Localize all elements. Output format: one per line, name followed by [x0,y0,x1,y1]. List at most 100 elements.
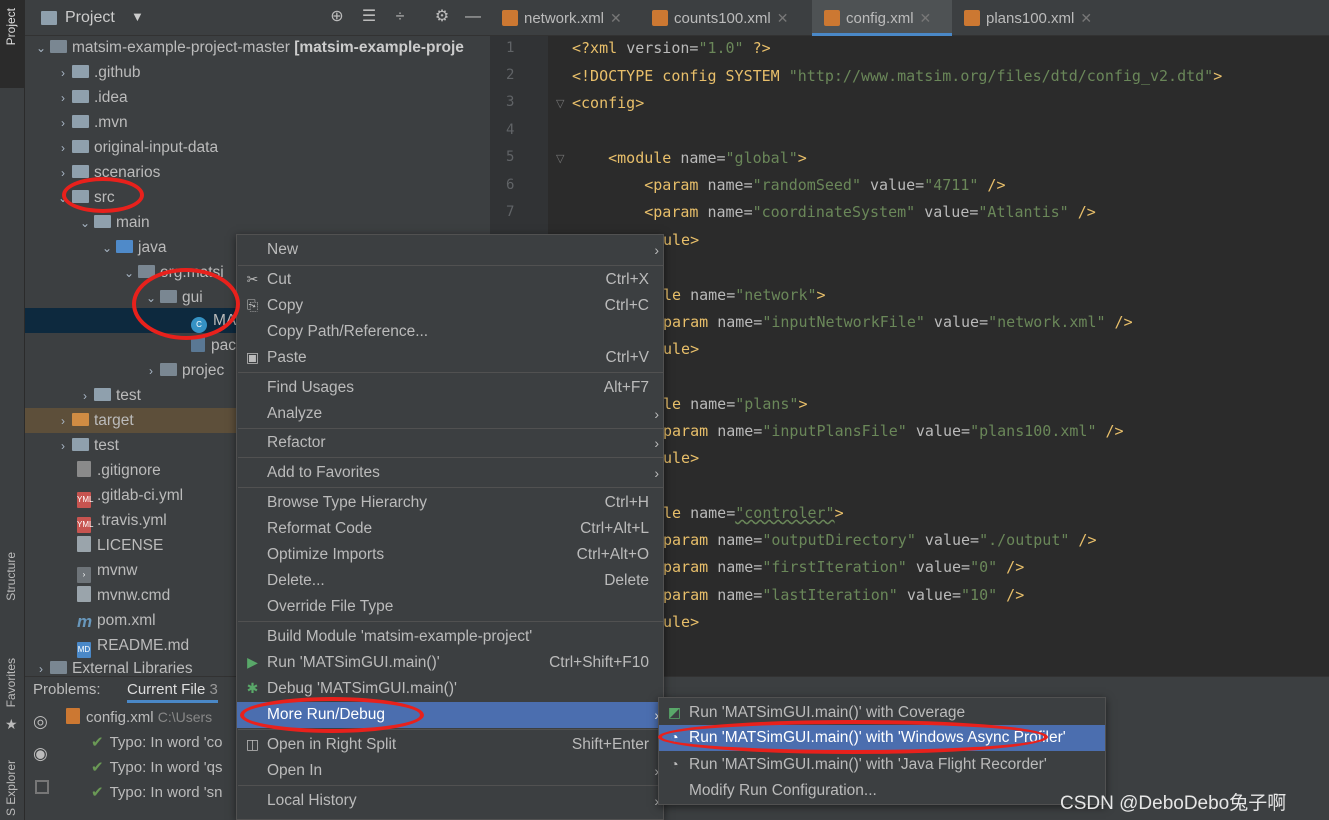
menu-item-copy-path[interactable]: Copy Path/Reference... [237,319,663,345]
menu-item-browse-hierarchy[interactable]: Browse Type Hierarchy Ctrl+H [237,490,663,516]
chevron-right-icon[interactable]: › [56,409,70,434]
tab-label: config.xml [846,10,914,27]
explorer-tool-label[interactable]: S Explorer [4,760,18,816]
code-line: le name="network"> [663,286,826,304]
tree-item-license[interactable]: LICENSE [74,533,163,558]
submenu-item-modify-config[interactable]: Modify Run Configuration... [659,778,1105,804]
fold-icon[interactable]: ▽ [556,97,564,110]
problem-item[interactable]: ✔ Typo: In word 'co [91,733,223,751]
submenu-item-flight-recorder[interactable]: ◔ Run 'MATSimGUI.main()' with 'Java Fligh… [659,752,1105,778]
tree-item-mvnw[interactable]: › mvnw [74,558,137,583]
tree-item-mvnw-cmd[interactable]: mvnw.cmd [74,583,170,608]
menu-item-override-file-type[interactable]: Override File Type [237,594,663,620]
hide-icon[interactable]: — [463,7,483,27]
tree-item-project[interactable]: › projec [144,358,224,383]
menu-item-cut[interactable]: ✂ Cut Ctrl+X [237,267,663,293]
yaml-file-icon: YML [77,492,93,508]
chevron-down-icon[interactable]: ⌄ [122,261,136,286]
menu-item-build-module[interactable]: Build Module 'matsim-example-project' [237,624,663,650]
close-icon[interactable]: ✕ [1080,10,1092,26]
tree-item-main[interactable]: ⌄ main [78,210,150,235]
chevron-right-icon[interactable]: › [56,111,70,136]
chevron-right-icon[interactable]: › [144,359,158,384]
tree-item-gitignore[interactable]: .gitignore [74,458,161,483]
tab-label: plans100.xml [986,10,1075,27]
tree-item-test[interactable]: › test [56,433,119,458]
problem-item[interactable]: ✔ Typo: In word 'qs [91,758,223,776]
chevron-right-icon[interactable]: › [56,86,70,111]
tree-item-mvn[interactable]: › .mvn [56,110,128,135]
code-line: ule> [663,613,700,631]
chevron-right-icon[interactable]: › [78,384,92,409]
tree-item-java[interactable]: ⌄ java [100,235,166,260]
gitignore-file-icon [77,461,91,477]
tab-plans100-xml[interactable]: plans100.xml ✕ [952,0,1112,36]
menu-item-delete[interactable]: Delete... Delete [237,568,663,594]
tab-counts100-xml[interactable]: counts100.xml ✕ [640,0,810,36]
chevron-down-icon[interactable]: ⌄ [34,36,48,61]
structure-tool-label[interactable]: Structure [4,552,18,601]
tree-item-gitlab-ci[interactable]: YML .gitlab-ci.yml [74,483,183,508]
fold-icon[interactable]: ▽ [556,152,564,165]
tree-item-original-input-data[interactable]: › original-input-data [56,135,218,160]
chevron-down-icon[interactable]: ⌄ [78,211,92,236]
refresh-icon[interactable]: ◎ [33,712,48,732]
locate-icon[interactable]: ⊕ [327,7,347,27]
tab-network-xml[interactable]: network.xml ✕ [490,0,640,36]
chevron-right-icon[interactable]: › [56,161,70,186]
tree-item-readme[interactable]: MD README.md [74,633,189,658]
star-icon[interactable]: ★ [5,716,18,733]
menu-item-copy[interactable]: ⎘ Copy Ctrl+C [237,293,663,319]
tree-item-github[interactable]: › .github [56,60,141,85]
tree-item-test-src[interactable]: › test [78,383,141,408]
menu-shortcut: Ctrl+Shift+F10 [549,654,649,671]
menu-item-open-in[interactable]: Open In › [237,758,663,784]
tab-current-file[interactable]: Current File 3 [127,681,218,703]
menu-item-local-history[interactable]: Local History › [237,788,663,814]
annotation-circle-async-profiler [658,720,1048,754]
tree-item-label: projec [182,362,225,379]
favorites-tool-label[interactable]: Favorites [4,658,18,707]
menu-item-refactor[interactable]: Refactor › [237,430,663,456]
eye-icon[interactable]: ◉ [33,744,48,764]
collapse-all-icon[interactable]: ÷ [390,7,410,27]
problem-item[interactable]: ✔ Typo: In word 'sn [91,783,223,801]
tree-item-travis[interactable]: YML .travis.yml [74,508,167,533]
tree-item-label: pom.xml [97,612,156,629]
script-file-icon: › [77,567,91,583]
chevron-right-icon[interactable]: › [56,434,70,459]
problem-file-row[interactable]: config.xml C:\Users [63,708,212,726]
folder-icon [72,90,89,103]
menu-label: Paste [267,349,307,366]
menu-label: Local History [267,792,357,809]
chevron-down-icon[interactable]: ▼ [131,9,144,24]
tree-item-pom[interactable]: m pom.xml [74,608,156,633]
tab-label: network.xml [524,10,605,27]
project-tool-label[interactable]: Project [4,8,18,45]
close-icon[interactable]: ✕ [777,10,789,26]
menu-item-reformat-code[interactable]: Reformat Code Ctrl+Alt+L [237,516,663,542]
menu-item-run[interactable]: ▶ Run 'MATSimGUI.main()' Ctrl+Shift+F10 [237,650,663,676]
menu-item-add-favorites[interactable]: Add to Favorites › [237,460,663,486]
menu-item-optimize-imports[interactable]: Optimize Imports Ctrl+Alt+O [237,542,663,568]
tab-config-xml[interactable]: config.xml ✕ [812,0,952,36]
expand-all-icon[interactable]: ☰ [359,7,379,27]
project-view-title[interactable]: Project [65,9,115,27]
tree-item-external-libraries[interactable]: › External Libraries [34,656,193,674]
tree-item-idea[interactable]: › .idea [56,85,128,110]
tree-item-target[interactable]: › target [56,408,134,433]
menu-item-analyze[interactable]: Analyze › [237,401,663,427]
menu-item-paste[interactable]: ▣ Paste Ctrl+V [237,345,663,371]
chevron-right-icon[interactable]: › [56,61,70,86]
tree-root[interactable]: ⌄ matsim-example-project-master [matsim-e… [34,35,464,60]
chevron-right-icon[interactable]: › [34,657,48,674]
gear-icon[interactable]: ⚙ [432,7,452,27]
menu-item-new[interactable]: New › [237,237,663,263]
menu-item-open-right-split[interactable]: ◫ Open in Right Split Shift+Enter [237,732,663,758]
chevron-down-icon[interactable]: ⌄ [100,236,114,261]
close-icon[interactable]: ✕ [610,10,622,26]
menu-item-find-usages[interactable]: Find Usages Alt+F7 [237,375,663,401]
chevron-right-icon[interactable]: › [56,136,70,161]
preview-icon[interactable] [35,780,49,794]
close-icon[interactable]: ✕ [920,10,932,26]
